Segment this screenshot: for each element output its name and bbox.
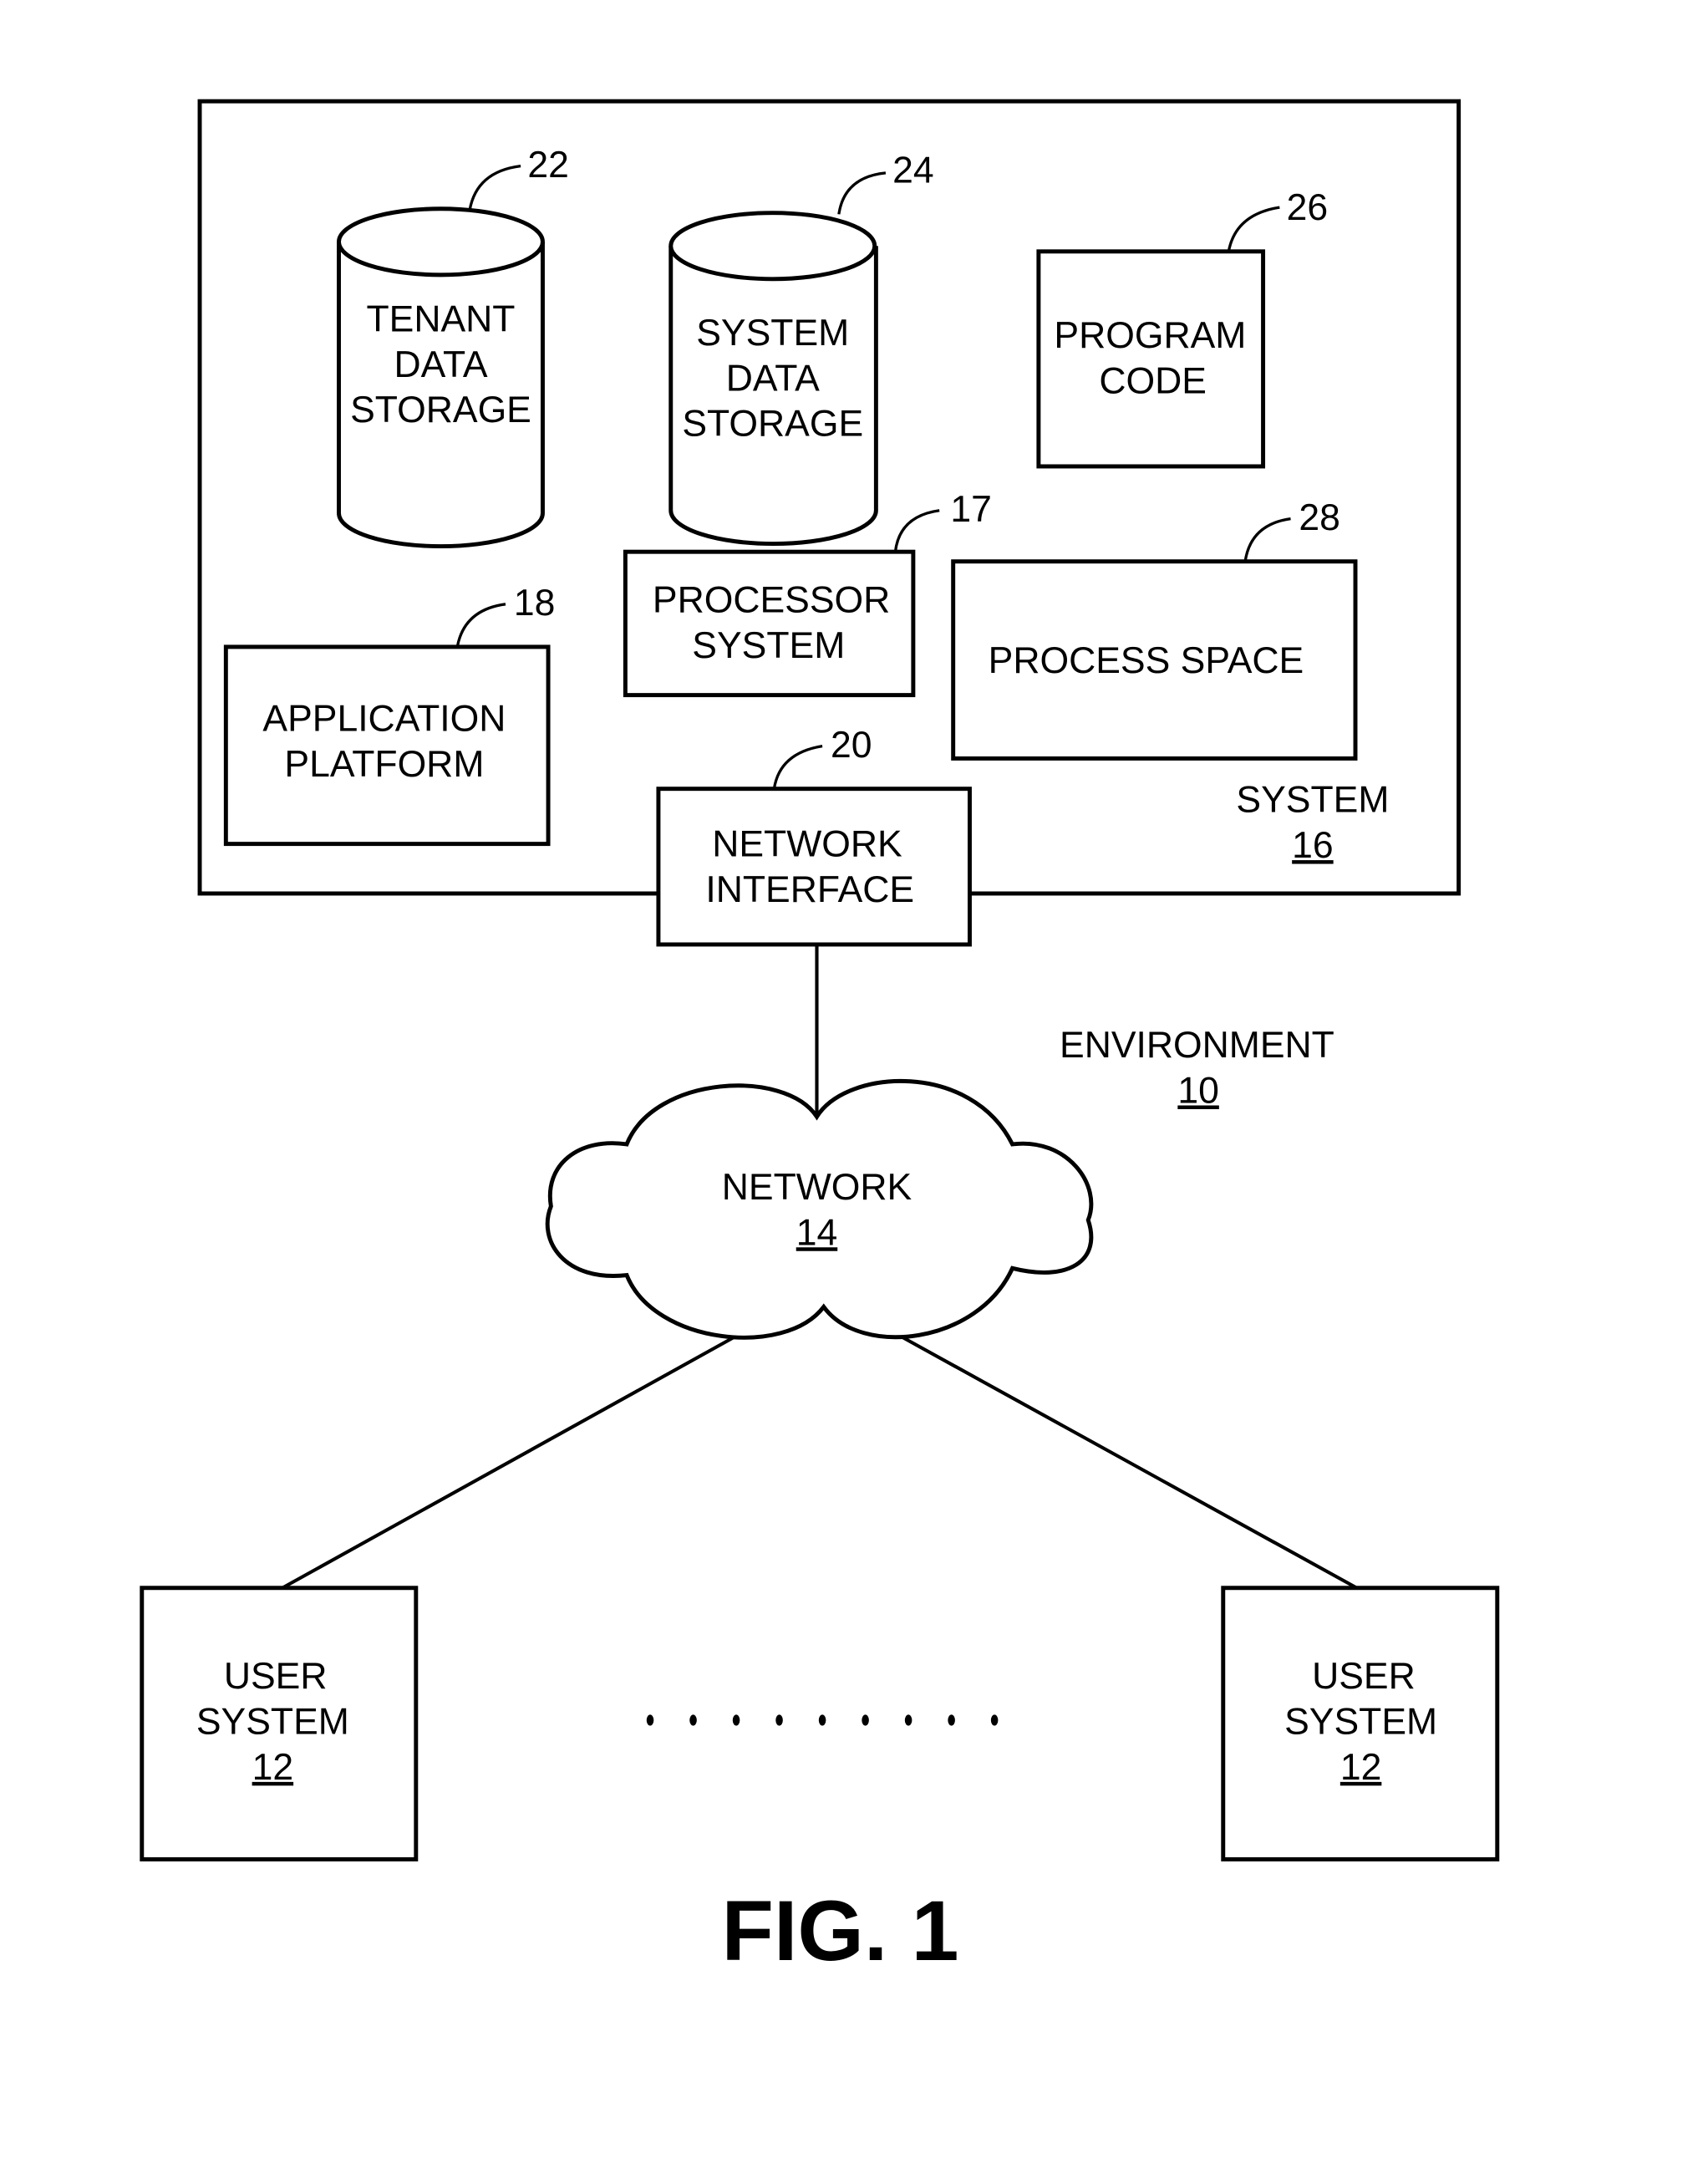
processor-system-box: [623, 549, 916, 698]
network-ref: 14: [796, 1212, 838, 1253]
system-label: SYSTEM: [1236, 780, 1389, 821]
user-system-right-line-2: SYSTEM: [1284, 1701, 1437, 1742]
tenant-storage-top: [337, 206, 545, 278]
ellipsis-dot: [990, 1714, 999, 1726]
user-system-left-ref: 12: [252, 1747, 294, 1788]
system-storage-line-3: STORAGE: [682, 404, 863, 445]
processor-system-line-1: PROCESSOR: [653, 580, 890, 621]
application-platform-ref: 18: [514, 583, 556, 624]
environment-diagram: TENANT DATA STORAGE 22 SYSTEM DATA STORA…: [140, 99, 1500, 1978]
network-interface: NETWORK INTERFACE 20: [656, 725, 972, 947]
application-platform: APPLICATION PLATFORM 18: [223, 583, 556, 847]
system-storage-ref: 24: [892, 150, 934, 191]
system-ref: 16: [1292, 825, 1334, 866]
tenant-storage-line-3: STORAGE: [350, 390, 531, 430]
system-storage-line-1: SYSTEM: [696, 313, 849, 354]
cloud-icon: [545, 1078, 1094, 1340]
system-storage-top: [668, 211, 877, 282]
program-code: PROGRAM CODE 26: [1036, 187, 1329, 469]
processor-system-line-2: SYSTEM: [692, 625, 845, 666]
user-system-right: USER SYSTEM 12: [1221, 1586, 1500, 1861]
ellipsis-dot: [862, 1714, 869, 1726]
ellipsis-dot: [732, 1714, 740, 1726]
environment-label: ENVIRONMENT: [1060, 1025, 1334, 1066]
program-code-line-1: PROGRAM: [1054, 315, 1246, 356]
processor-system-leader: [893, 509, 940, 552]
network-user-connector-right: [901, 1335, 1358, 1590]
environment-ref: 10: [1177, 1071, 1219, 1112]
user-system-left: USER SYSTEM 12: [140, 1586, 419, 1861]
process-space-ref: 28: [1299, 497, 1340, 538]
figure-title: FIG. 1: [722, 1882, 959, 1978]
application-platform-leader: [455, 603, 506, 648]
network-interface-box: [656, 787, 972, 947]
network-interface-line-2: INTERFACE: [705, 869, 914, 910]
application-platform-line-1: APPLICATION: [262, 698, 506, 739]
ellipsis-dot: [948, 1714, 955, 1726]
ellipsis-dot: [775, 1714, 783, 1726]
user-system-right-ref: 12: [1340, 1747, 1382, 1788]
user-system-left-line-2: SYSTEM: [196, 1701, 349, 1742]
program-code-ref: 26: [1287, 187, 1329, 228]
program-code-box: [1036, 249, 1266, 469]
network-cloud: NETWORK 14: [545, 1078, 1094, 1340]
program-code-leader: [1227, 206, 1280, 252]
processor-system-ref: 17: [950, 489, 992, 530]
tenant-storage-line-2: DATA: [394, 344, 487, 385]
system-storage-leader: [837, 171, 887, 215]
tenant-data-storage: TENANT DATA STORAGE 22: [337, 145, 569, 549]
application-platform-line-2: PLATFORM: [284, 744, 484, 785]
ellipsis-dots: [646, 1714, 999, 1726]
process-space-label: PROCESS SPACE: [989, 640, 1304, 681]
system-storage-line-2: DATA: [726, 358, 820, 399]
program-code-line-2: CODE: [1099, 361, 1207, 402]
ellipsis-dot: [904, 1714, 912, 1726]
process-space-leader: [1243, 517, 1291, 562]
ellipsis-dot: [818, 1714, 826, 1726]
tenant-storage-line-1: TENANT: [366, 298, 515, 339]
ellipsis-dot: [646, 1714, 654, 1726]
tenant-storage-ref: 22: [527, 145, 569, 186]
network-user-connector-left: [281, 1335, 735, 1590]
network-interface-line-1: NETWORK: [712, 823, 902, 864]
user-system-right-line-1: USER: [1312, 1656, 1416, 1697]
tenant-storage-leader: [468, 164, 521, 211]
ellipsis-dot: [689, 1714, 697, 1726]
network-interface-ref: 20: [831, 725, 872, 766]
network-interface-leader: [772, 744, 823, 789]
system-data-storage: SYSTEM DATA STORAGE 24: [668, 150, 934, 547]
user-system-left-line-1: USER: [224, 1656, 328, 1697]
process-space: PROCESS SPACE 28: [951, 497, 1358, 761]
network-label: NETWORK: [722, 1167, 912, 1208]
